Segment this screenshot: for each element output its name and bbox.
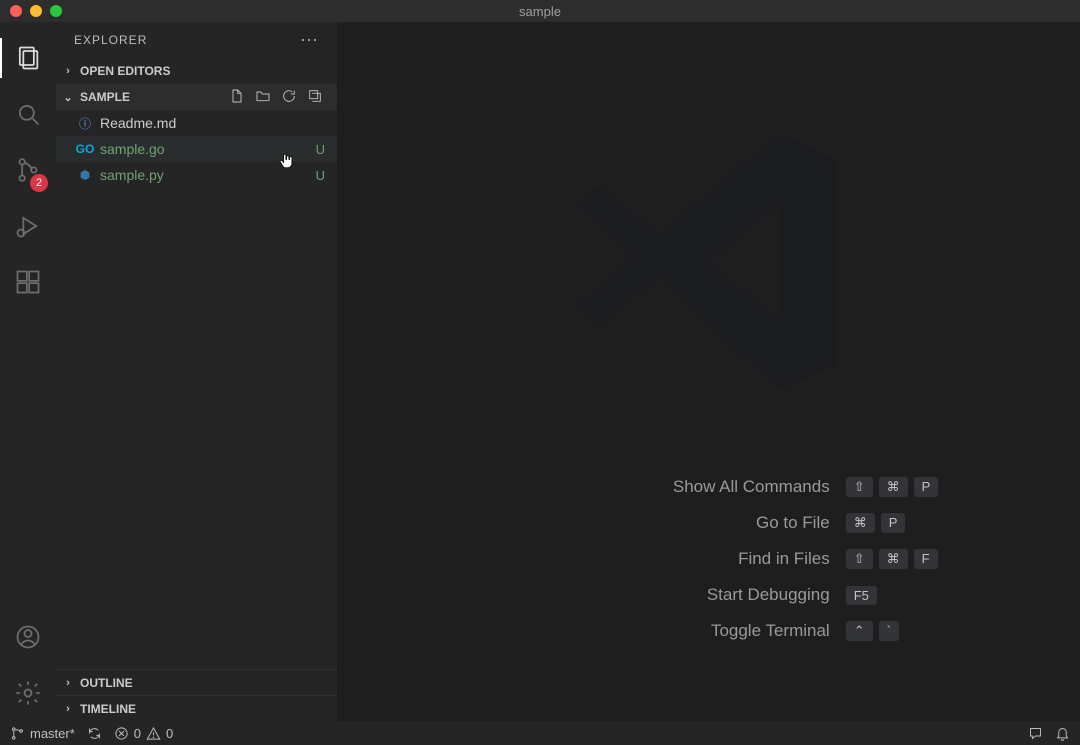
shortcut-label: Toggle Terminal (480, 621, 830, 641)
kbd-key: ⇧ (846, 477, 873, 497)
window-title: sample (0, 4, 1080, 19)
outline-section[interactable]: › OUTLINE (56, 669, 337, 695)
explorer-sidebar: EXPLORER ⋯ › OPEN EDITORS ⌄ SAMPLE ⓘ Rea… (56, 22, 338, 721)
file-row-sample-py[interactable]: ⬢ sample.py U (56, 162, 337, 188)
kbd-key: ⌘ (879, 477, 908, 497)
errors-count: 0 (134, 726, 141, 741)
feedback-status[interactable] (1028, 726, 1043, 741)
kbd-key: F (914, 549, 938, 569)
info-file-icon: ⓘ (76, 115, 94, 132)
sidebar-more-icon[interactable]: ⋯ (300, 30, 319, 51)
file-row-sample-go[interactable]: GO sample.go U (56, 136, 337, 162)
open-editors-section[interactable]: › OPEN EDITORS (56, 58, 337, 84)
accounts-activity-icon[interactable] (0, 609, 56, 665)
settings-activity-icon[interactable] (0, 665, 56, 721)
git-branch-status[interactable]: master* (10, 726, 75, 741)
shortcut-row-terminal: Toggle Terminal ⌃ ` (480, 621, 939, 641)
kbd-key: ⌘ (879, 549, 908, 569)
problems-status[interactable]: 0 0 (114, 726, 173, 741)
shortcut-row-debug: Start Debugging F5 (480, 585, 939, 605)
timeline-label: TIMELINE (80, 702, 136, 716)
file-name: Readme.md (100, 115, 319, 131)
new-folder-icon[interactable] (255, 88, 271, 107)
shortcut-keys: ⌃ ` (846, 621, 899, 641)
kbd-key: F5 (846, 586, 877, 605)
file-name: sample.py (100, 167, 310, 183)
kbd-key: ⇧ (846, 549, 873, 569)
refresh-icon[interactable] (281, 88, 297, 107)
shortcut-row-find-files: Find in Files ⇧ ⌘ F (480, 549, 939, 569)
minimize-window-button[interactable] (30, 5, 42, 17)
shortcut-label: Go to File (480, 513, 830, 533)
main-area: 2 EXPLORER ⋯ › OPEN EDITORS ⌄ SAMPLE (0, 22, 1080, 721)
file-name: sample.go (100, 141, 310, 157)
shortcut-keys: ⌘ P (846, 513, 906, 533)
sidebar-bottom: › OUTLINE › TIMELINE (56, 669, 337, 721)
collapse-all-icon[interactable] (307, 88, 323, 107)
shortcut-label: Show All Commands (480, 477, 830, 497)
timeline-section[interactable]: › TIMELINE (56, 695, 337, 721)
shortcut-keys: F5 (846, 586, 877, 605)
warnings-count: 0 (166, 726, 173, 741)
shortcut-label: Find in Files (480, 549, 830, 569)
kbd-key: ` (879, 621, 899, 641)
chevron-right-icon: › (62, 677, 74, 689)
chevron-right-icon: › (62, 65, 74, 77)
branch-name: master* (30, 726, 75, 741)
explorer-activity-icon[interactable] (0, 30, 56, 86)
python-file-icon: ⬢ (76, 168, 94, 182)
file-status: U (316, 142, 325, 157)
folder-name-label: SAMPLE (80, 90, 130, 104)
activity-bar: 2 (0, 22, 56, 721)
kbd-key: P (881, 513, 906, 533)
search-activity-icon[interactable] (0, 86, 56, 142)
shortcut-row-commands: Show All Commands ⇧ ⌘ P (480, 477, 939, 497)
folder-actions (229, 88, 331, 107)
folder-section[interactable]: ⌄ SAMPLE (56, 84, 337, 110)
vscode-logo-watermark (549, 102, 869, 427)
welcome-shortcut-list: Show All Commands ⇧ ⌘ P Go to File ⌘ P F… (480, 477, 939, 641)
kbd-key: ⌘ (846, 513, 875, 533)
notifications-status[interactable] (1055, 726, 1070, 741)
title-bar: sample (0, 0, 1080, 22)
sidebar-header: EXPLORER ⋯ (56, 22, 337, 58)
shortcut-label: Start Debugging (480, 585, 830, 605)
sidebar-title: EXPLORER (74, 33, 147, 47)
sync-status[interactable] (87, 726, 102, 741)
close-window-button[interactable] (10, 5, 22, 17)
run-debug-activity-icon[interactable] (0, 198, 56, 254)
go-file-icon: GO (76, 142, 94, 156)
open-editors-label: OPEN EDITORS (80, 64, 170, 78)
chevron-down-icon: ⌄ (62, 91, 74, 104)
file-tree: ⓘ Readme.md GO sample.go U ⬢ sample.py U (56, 110, 337, 669)
shortcut-keys: ⇧ ⌘ F (846, 549, 938, 569)
chevron-right-icon: › (62, 703, 74, 715)
shortcut-keys: ⇧ ⌘ P (846, 477, 939, 497)
editor-welcome: Show All Commands ⇧ ⌘ P Go to File ⌘ P F… (338, 22, 1080, 721)
source-control-activity-icon[interactable]: 2 (0, 142, 56, 198)
new-file-icon[interactable] (229, 88, 245, 107)
window-traffic-lights (0, 5, 62, 17)
extensions-activity-icon[interactable] (0, 254, 56, 310)
file-status: U (316, 168, 325, 183)
status-bar: master* 0 0 (0, 721, 1080, 745)
scm-badge: 2 (30, 174, 48, 192)
kbd-key: P (914, 477, 939, 497)
maximize-window-button[interactable] (50, 5, 62, 17)
kbd-key: ⌃ (846, 621, 873, 641)
file-row-readme[interactable]: ⓘ Readme.md (56, 110, 337, 136)
outline-label: OUTLINE (80, 676, 133, 690)
shortcut-row-goto-file: Go to File ⌘ P (480, 513, 939, 533)
